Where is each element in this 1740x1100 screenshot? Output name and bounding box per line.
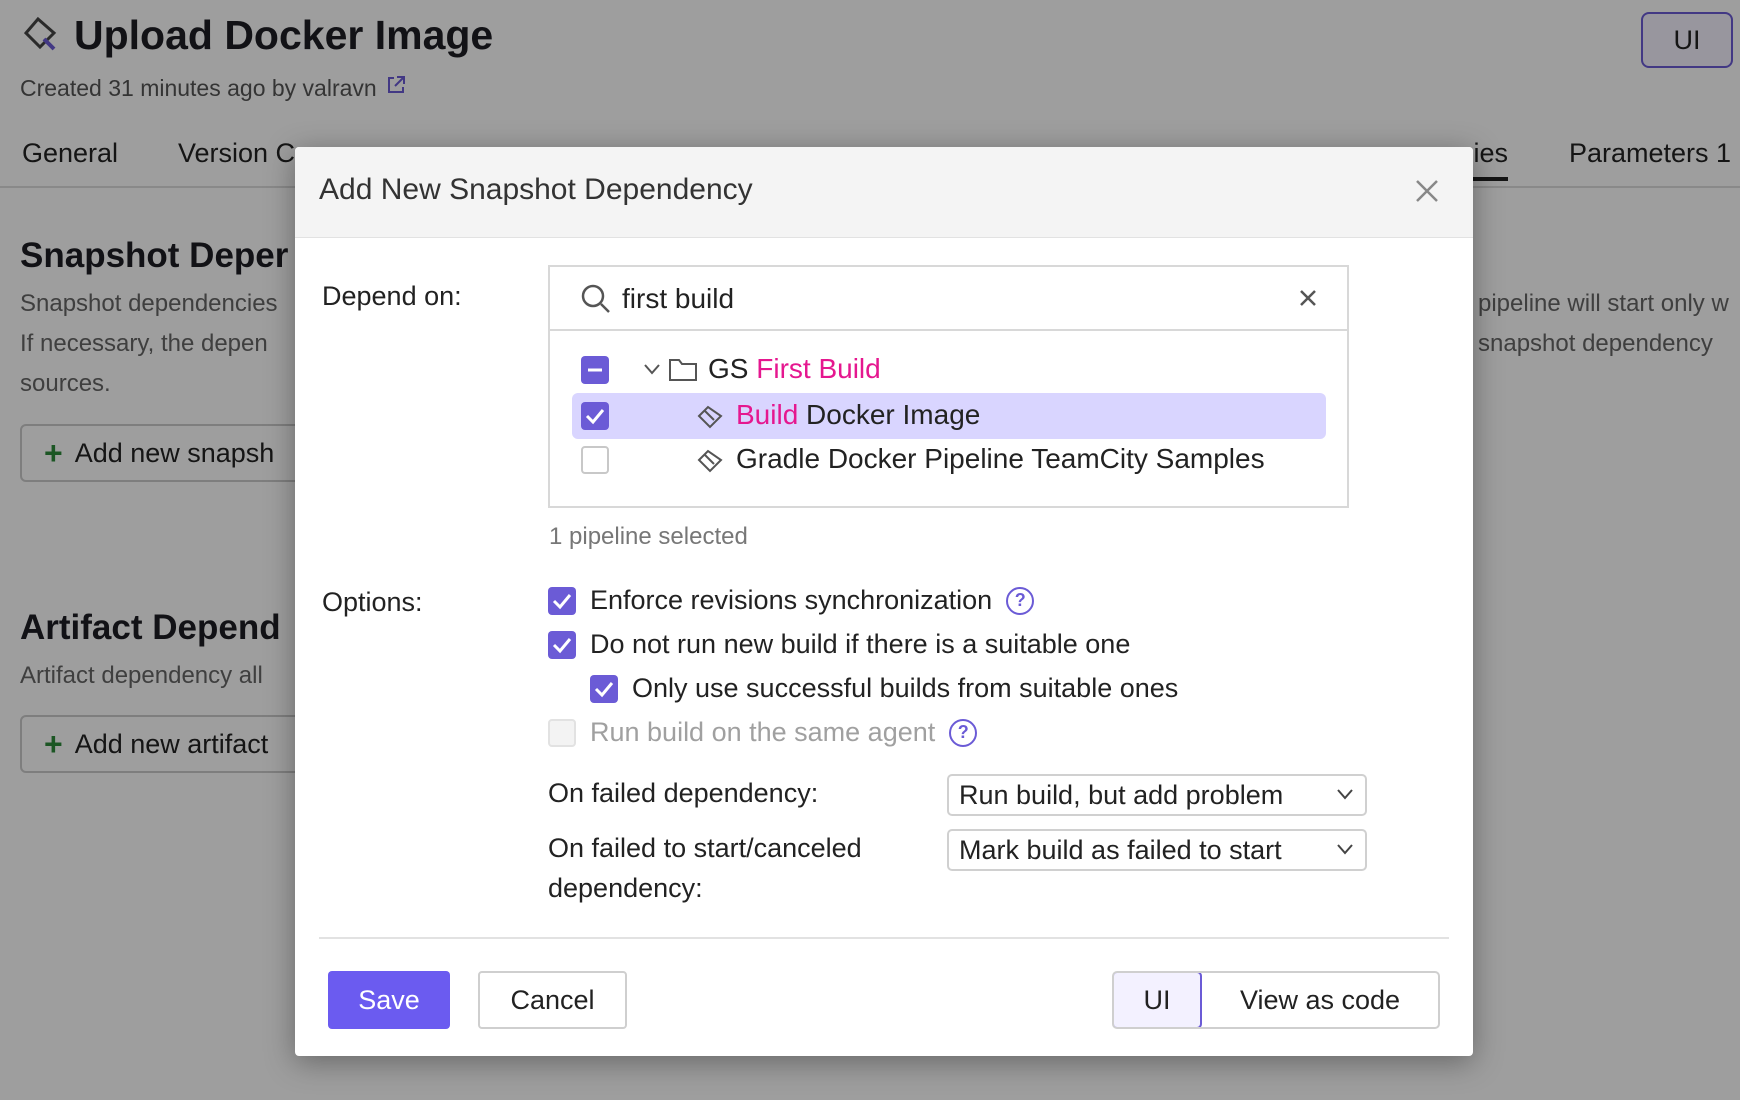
on-failed-dependency-value: Run build, but add problem: [959, 779, 1284, 810]
on-failed-start-select[interactable]: Mark build as failed to start: [947, 829, 1367, 871]
item1-rest: Docker Image: [806, 399, 981, 430]
footer-divider: [319, 937, 1449, 939]
view-mode-toggle: UI View as code: [1112, 971, 1440, 1029]
on-failed-start-label-line1: On failed to start/canceled: [548, 833, 862, 863]
search-input[interactable]: [622, 277, 1262, 321]
tree-row-gradle-pipeline[interactable]: Gradle Docker Pipeline TeamCity Samples: [572, 437, 1326, 483]
only-successful-checkbox[interactable]: [590, 674, 618, 703]
build-config-icon: [696, 446, 724, 479]
item1-match: Build: [736, 399, 799, 430]
on-failed-start-value: Mark build as failed to start: [959, 834, 1282, 865]
close-icon[interactable]: [1409, 173, 1445, 209]
clear-search-icon[interactable]: [1297, 287, 1319, 314]
option-no-new-build[interactable]: Do not run new build if there is a suita…: [548, 629, 1130, 660]
tree-row-build-docker-image[interactable]: Build Docker Image: [572, 393, 1326, 439]
selected-count: 1 pipeline selected: [549, 523, 748, 550]
pipeline-picker: GS First Build Build Docker Image Gradle…: [548, 265, 1349, 508]
build-docker-image-checkbox[interactable]: [581, 402, 609, 430]
chevron-down-icon[interactable]: [642, 359, 662, 384]
option-same-agent: Run build on the same agent ?: [548, 717, 978, 748]
dialog-header: Add New Snapshot Dependency: [295, 147, 1473, 238]
project-prefix: GS: [708, 353, 749, 384]
only-successful-label: Only use successful builds from suitable…: [632, 673, 1179, 703]
folder-icon: [668, 355, 698, 388]
option-enforce-sync[interactable]: Enforce revisions synchronization ?: [548, 585, 1035, 616]
chevron-down-icon: [1335, 835, 1355, 866]
tree-row-project[interactable]: GS First Build: [572, 347, 1326, 393]
dialog-title: Add New Snapshot Dependency: [319, 173, 753, 206]
no-new-build-label: Do not run new build if there is a suita…: [590, 629, 1131, 659]
cancel-button[interactable]: Cancel: [478, 971, 627, 1029]
enforce-sync-label: Enforce revisions synchronization: [590, 585, 993, 615]
on-failed-dependency-label: On failed dependency:: [548, 778, 819, 808]
same-agent-checkbox: [548, 718, 576, 747]
gradle-pipeline-label: Gradle Docker Pipeline TeamCity Samples: [736, 443, 1265, 474]
ui-mode-button[interactable]: UI: [1114, 973, 1202, 1027]
view-as-code-button[interactable]: View as code: [1202, 973, 1438, 1027]
project-name: GS First Build: [708, 353, 881, 385]
chevron-down-icon: [1335, 780, 1355, 811]
on-failed-dependency-select[interactable]: Run build, but add problem: [947, 774, 1367, 816]
search-row: [550, 267, 1347, 331]
gradle-pipeline-checkbox[interactable]: [581, 446, 609, 474]
project-match: First Build: [756, 353, 881, 384]
depend-on-label: Depend on:: [322, 281, 462, 311]
add-snapshot-dependency-dialog: Add New Snapshot Dependency Depend on: f…: [295, 147, 1473, 1056]
no-new-build-checkbox[interactable]: [548, 630, 576, 659]
build-config-icon: [696, 402, 724, 435]
search-icon: [580, 283, 612, 320]
build-docker-image-label: Build Docker Image: [736, 399, 980, 431]
save-button[interactable]: Save: [328, 971, 450, 1029]
help-icon[interactable]: ?: [1006, 586, 1035, 615]
on-failed-start-label-line2: dependency:: [548, 873, 703, 903]
options-label: Options:: [322, 587, 423, 617]
option-only-successful[interactable]: Only use successful builds from suitable…: [590, 673, 1178, 704]
same-agent-label: Run build on the same agent: [590, 717, 936, 747]
project-checkbox-indeterminate[interactable]: [581, 356, 609, 384]
enforce-sync-checkbox[interactable]: [548, 586, 576, 615]
help-icon[interactable]: ?: [949, 718, 978, 747]
